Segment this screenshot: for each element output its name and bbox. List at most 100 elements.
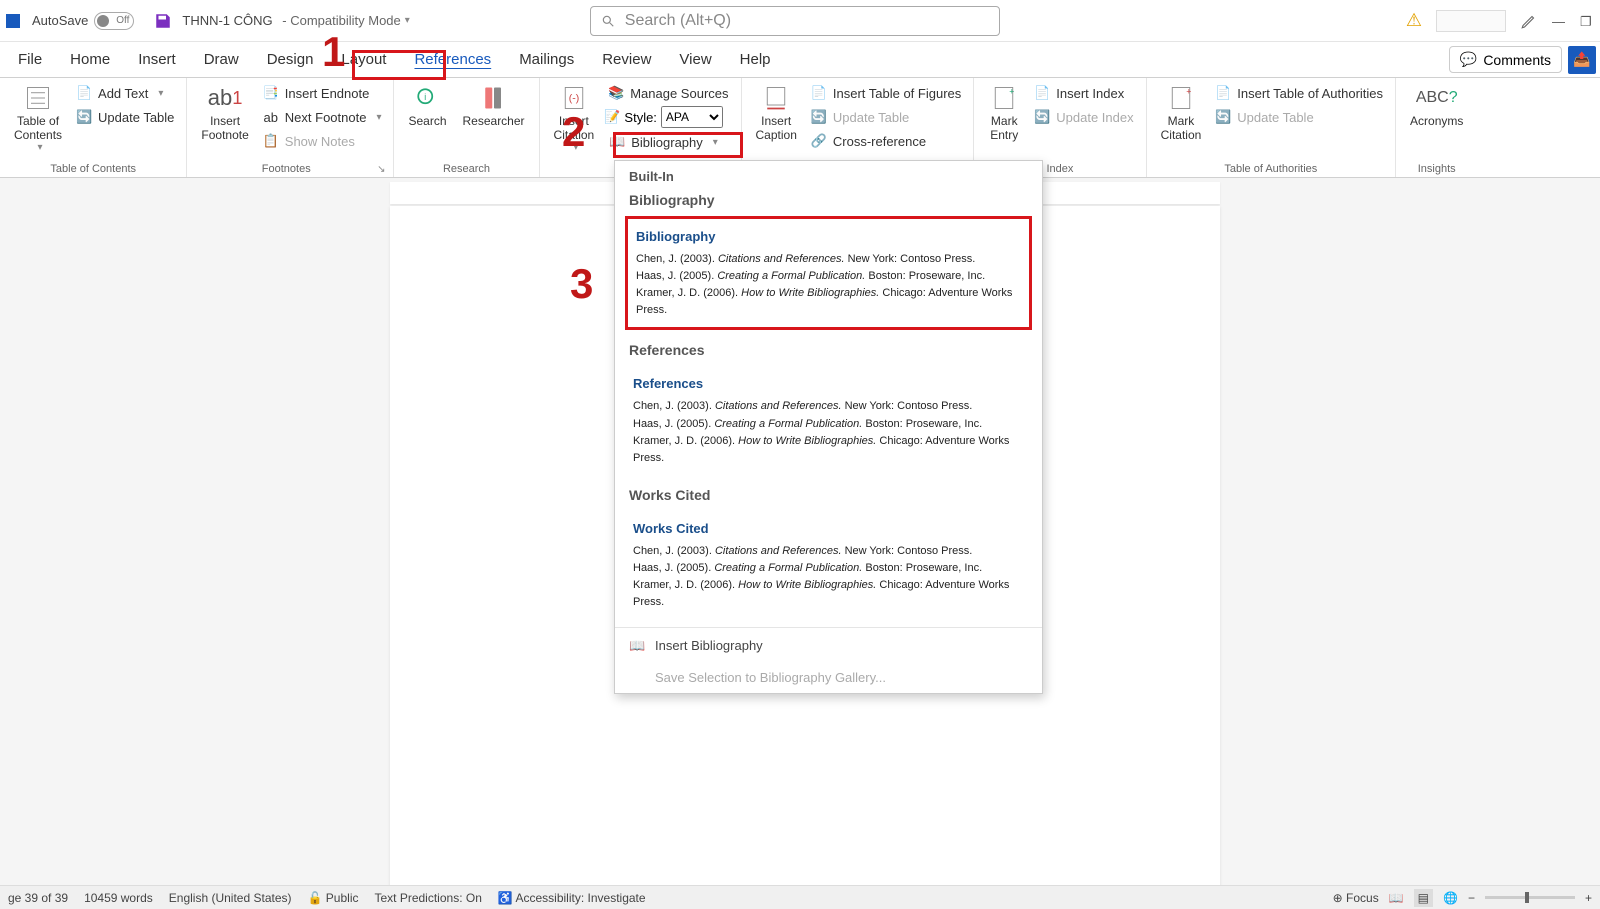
search-placeholder: Search (Alt+Q) [625,12,731,30]
tab-mailings[interactable]: Mailings [505,43,588,76]
insert-toa-button[interactable]: 📄Insert Table of Authorities [1211,82,1387,104]
toggle-switch-icon[interactable]: Off [94,12,134,30]
cross-reference-button[interactable]: 🔗Cross-reference [807,130,965,152]
status-predictions[interactable]: Text Predictions: On [374,891,481,905]
next-footnote-button[interactable]: abNext Footnote▾ [259,106,386,128]
citation-style-select[interactable]: 📝 Style: APA [604,106,732,128]
save-selection-item[interactable]: Save Selection to Bibliography Gallery..… [615,662,1042,693]
tab-design[interactable]: Design [253,43,328,76]
researcher-button[interactable]: Researcher [457,82,531,130]
share-button[interactable]: 📤 [1568,46,1596,74]
pen-icon[interactable] [1520,12,1538,30]
mark-citation-button[interactable]: + Mark Citation [1155,82,1208,144]
manage-sources-icon: 📚 [608,85,624,101]
bibliography-gallery: Built-In Bibliography Bibliography Chen,… [614,160,1043,694]
group-table-of-contents: Table of Contents▾ 📄Add Text▾ 🔄Update Ta… [0,78,187,177]
tab-file[interactable]: File [4,43,56,76]
smart-lookup-icon: i [411,84,443,112]
gallery-item-workscited[interactable]: Works Cited Chen, J. (2003). Citations a… [625,511,1032,619]
insert-footnote-button[interactable]: ab1 Insert Footnote [195,82,254,144]
status-accessibility[interactable]: ♿ Accessibility: Investigate [498,891,646,905]
dialog-launcher-icon[interactable]: ↘ [377,164,385,175]
insert-table-of-figures-button[interactable]: 📄Insert Table of Figures [807,82,965,104]
show-notes-button[interactable]: 📋Show Notes [259,130,386,152]
user-account[interactable] [1436,10,1506,32]
insert-caption-button[interactable]: Insert Caption [750,82,803,144]
tab-insert[interactable]: Insert [124,43,190,76]
insert-endnote-button[interactable]: 📑Insert Endnote [259,82,386,104]
group-insights: ABC? Acronyms Insights [1396,78,1477,177]
tof-icon: 📄 [811,85,827,101]
mark-entry-button[interactable]: + Mark Entry [982,82,1026,144]
group-footnotes: ab1 Insert Footnote 📑Insert Endnote abNe… [187,78,394,177]
add-text-button[interactable]: 📄Add Text▾ [72,82,178,104]
status-page[interactable]: ge 39 of 39 [8,891,68,905]
table-of-contents-button[interactable]: Table of Contents▾ [8,82,68,155]
tab-review[interactable]: Review [588,43,665,76]
style-dropdown[interactable]: APA [661,106,723,128]
gallery-section-builtin: Built-In [615,161,1042,188]
status-language[interactable]: English (United States) [169,891,292,905]
gallery-item-references[interactable]: References Chen, J. (2003). Citations an… [625,366,1032,474]
search-button[interactable]: i Search [402,82,452,130]
minimize-button[interactable]: — [1552,14,1566,28]
restore-button[interactable]: ❐ [1580,14,1594,28]
annotation-3: 3 [570,260,593,308]
annotation-box-2 [613,132,743,158]
manage-sources-button[interactable]: 📚Manage Sources [604,82,732,104]
crossref-icon: 🔗 [811,133,827,149]
gallery-heading-references: References [615,338,1042,362]
annotation-box-1 [352,50,446,80]
update-table-button[interactable]: 🔄Update Table [72,106,178,128]
status-words[interactable]: 10459 words [84,891,153,905]
update-index-button[interactable]: 🔄Update Index [1030,106,1137,128]
read-mode-icon[interactable]: 📖 [1389,891,1404,905]
gallery-heading-workscited: Works Cited [615,483,1042,507]
update-icon: 🔄 [1215,109,1231,125]
update-icon: 🔄 [76,109,92,125]
svg-text:i: i [425,92,427,102]
toa-icon: 📄 [1215,85,1231,101]
ribbon-tabs: File Home Insert Draw Design Layout Refe… [0,42,1600,78]
svg-text:+: + [1186,87,1191,97]
update-icon: 🔄 [811,109,827,125]
gallery-heading-bibliography: Bibliography [615,188,1042,212]
status-bar: ge 39 of 39 10459 words English (United … [0,885,1600,909]
tab-home[interactable]: Home [56,43,124,76]
comments-button[interactable]: 💬 Comments [1449,46,1562,73]
zoom-in-button[interactable]: + [1585,891,1592,905]
update-tof-button[interactable]: 🔄Update Table [807,106,965,128]
autosave-label: AutoSave [32,13,88,28]
acronyms-button[interactable]: ABC? Acronyms [1404,82,1469,130]
warning-icon[interactable]: ⚠ [1406,10,1422,31]
search-icon [601,14,615,28]
comment-icon: 💬 [1460,51,1477,68]
insert-index-button[interactable]: 📄Insert Index [1030,82,1137,104]
autosave-toggle[interactable]: AutoSave Off [32,12,134,30]
tab-help[interactable]: Help [726,43,785,76]
update-toa-button[interactable]: 🔄Update Table [1211,106,1387,128]
acronyms-icon: ABC? [1421,84,1453,112]
save-icon[interactable] [154,12,172,30]
insert-bibliography-item[interactable]: 📖 Insert Bibliography [615,630,1042,662]
show-notes-icon: 📋 [263,133,279,149]
document-title[interactable]: THNN-1 CÔNG [182,13,272,28]
next-footnote-icon: ab [263,109,279,125]
group-authorities: + Mark Citation 📄Insert Table of Authori… [1147,78,1396,177]
print-layout-icon[interactable]: ▤ [1414,889,1433,907]
focus-mode-button[interactable]: ⊕ Focus [1333,891,1379,905]
bibliography-icon: 📖 [629,638,645,654]
tab-view[interactable]: View [665,43,725,76]
caption-icon [760,84,792,112]
search-input[interactable]: Search (Alt+Q) [590,6,1000,36]
chevron-down-icon[interactable]: ▾ [405,15,410,26]
add-text-icon: 📄 [76,85,92,101]
style-icon: 📝 [604,109,620,125]
zoom-slider[interactable] [1485,896,1575,899]
web-layout-icon[interactable]: 🌐 [1443,891,1458,905]
group-research: i Search Researcher Research [394,78,539,177]
gallery-item-bibliography[interactable]: Bibliography Chen, J. (2003). Citations … [625,216,1032,330]
status-public[interactable]: 🔓 Public [308,891,359,905]
tab-draw[interactable]: Draw [190,43,253,76]
zoom-out-button[interactable]: − [1468,891,1475,905]
